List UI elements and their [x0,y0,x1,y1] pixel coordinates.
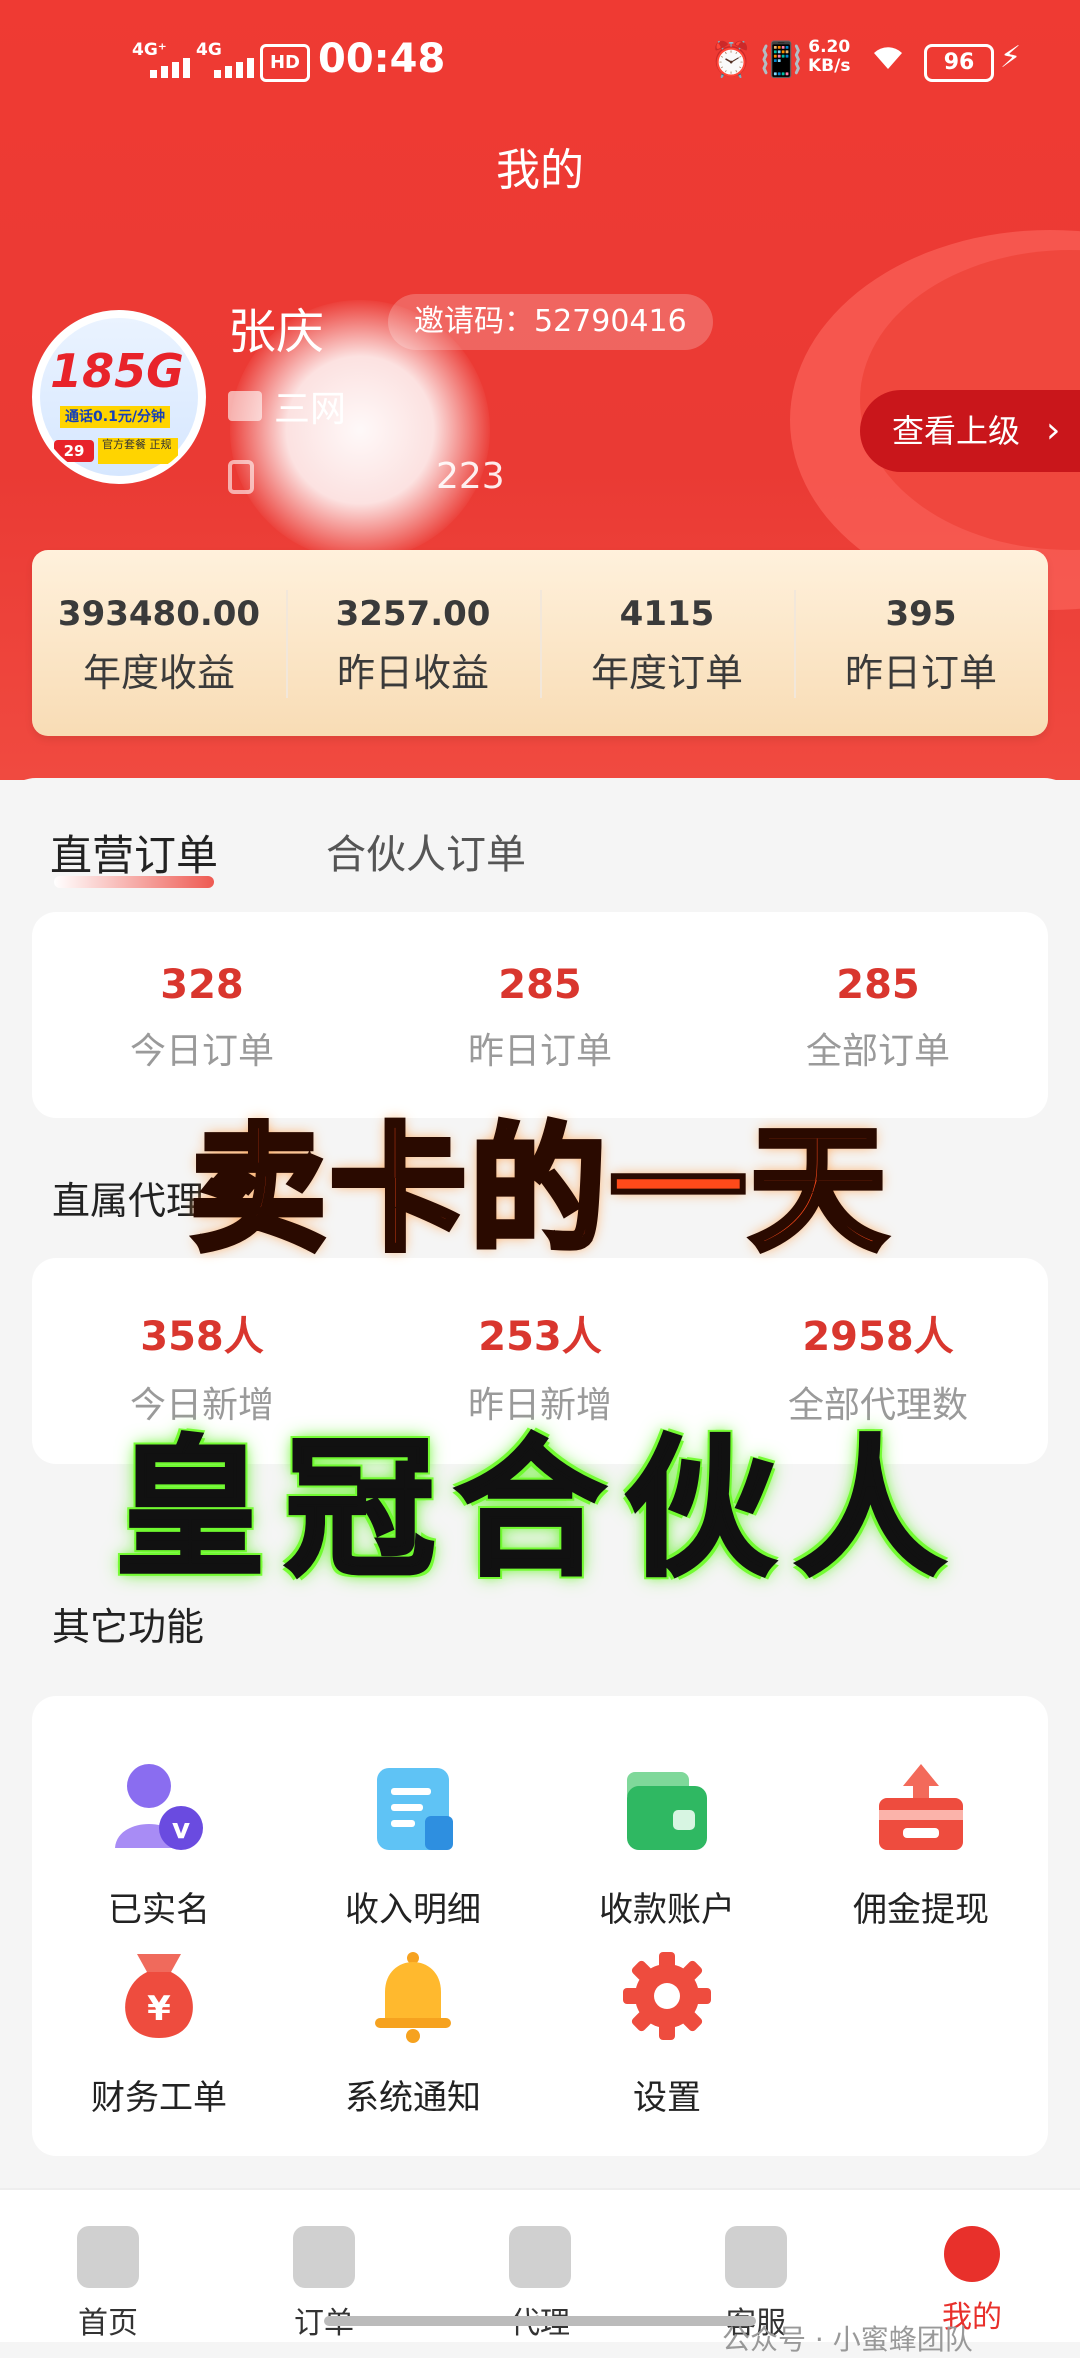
signal-bars-1 [150,58,190,78]
withdraw-box-icon [871,1758,971,1858]
chevron-right-icon: › [1046,410,1061,451]
order-label: 昨日订单 [467,1031,612,1072]
overlay-caption-top: 卖卡的一天 [187,1109,890,1273]
gear-icon [617,1946,717,2046]
order-yesterday[interactable]: 285 昨日订单 [370,962,710,1074]
avatar-tag: 29 [54,440,94,462]
wallet-icon [617,1758,717,1858]
view-superior-label: 查看上级 [892,412,1021,450]
money-bag-icon: ¥ [109,1946,209,2046]
overlay-caption-bottom: 皇冠合伙人 [113,1421,965,1599]
func-finance-ticket[interactable]: ¥ 财务工单 [32,1946,286,2119]
agent-value: 358人 [140,1314,264,1360]
func-verified[interactable]: v 已实名 [32,1758,286,1931]
stat-label: 昨日订单 [844,651,997,695]
chat-icon [725,2226,787,2288]
stat-label: 年度收益 [82,651,235,695]
profile-icon [944,2226,1000,2282]
hd-icon: HD [260,44,310,82]
stat-value: 393480.00 [57,594,261,634]
stat-annual-income[interactable]: 393480.00 年度收益 [32,550,286,736]
order-label: 全部订单 [805,1031,950,1072]
active-tab-indicator [54,876,214,888]
functions-section-title: 其它功能 [52,1605,205,1649]
avatar-small-text: 通话0.1元/分钟 [60,406,170,428]
stat-value: 4115 [619,594,715,634]
tab-label: 首页 [78,2306,138,2341]
func-income-detail[interactable]: 收入明细 [286,1758,540,1931]
func-label: 已实名 [108,1890,210,1930]
agent-icon [509,2226,571,2288]
stat-label: 年度订单 [590,651,743,695]
func-label: 收款账户 [599,1890,735,1930]
agent-value: 253人 [478,1314,602,1360]
avatar-tag2: 官方套餐 正规 [98,438,178,464]
func-settings[interactable]: 设置 [540,1946,794,2119]
order-icon [293,2226,355,2288]
order-value: 328 [160,962,244,1008]
bell-icon [363,1946,463,2046]
func-system-notice[interactable]: 系统通知 [286,1946,540,2119]
page-title: 我的 [496,145,584,196]
vibrate-icon: 📳 [760,40,803,80]
verified-user-icon: v [109,1758,209,1858]
tab-partner-orders[interactable]: 合伙人订单 [326,822,526,880]
tab-home[interactable]: 首页 [48,2226,168,2342]
signal-bars-2 [214,58,254,78]
stat-yesterday-orders[interactable]: 395 昨日订单 [794,550,1048,736]
stat-value: 3257.00 [335,594,491,634]
avatar[interactable]: 185G 通话0.1元/分钟 29 官方套餐 正规 [32,310,206,484]
privacy-blur [230,300,490,560]
order-all[interactable]: 285 全部订单 [708,962,1048,1074]
avatar-big-text: 185G [50,344,184,398]
func-label: 佣金提现 [853,1890,989,1930]
clock: 00:48 [318,36,446,82]
func-payment-account[interactable]: 收款账户 [540,1758,794,1931]
svg-text:v: v [172,1812,190,1845]
network-speed: 6.20 KB/s [808,37,851,76]
document-list-icon [363,1758,463,1858]
charging-icon: ⚡ [1000,40,1022,75]
alarm-icon: ⏰ [710,40,753,80]
summary-stats-card: 393480.00 年度收益 3257.00 昨日收益 4115 年度订单 39… [32,550,1048,736]
func-commission-withdraw[interactable]: 佣金提现 [794,1758,1048,1931]
home-indicator[interactable] [324,2316,756,2326]
signal-label-2: 4G [196,40,222,60]
watermark: 公众号 · 小蜜蜂团队 [722,2323,973,2356]
stat-annual-orders[interactable]: 4115 年度订单 [540,550,794,736]
view-superior-button[interactable]: 查看上级 › [860,390,1080,472]
order-label: 今日订单 [129,1031,274,1072]
signal-label-1: 4G⁺ [132,40,167,60]
agent-value: 2958人 [802,1314,954,1360]
svg-text:¥: ¥ [147,1989,171,2029]
stat-label: 昨日收益 [336,651,489,695]
battery-indicator: 96 [924,44,994,82]
stat-yesterday-income[interactable]: 3257.00 昨日收益 [286,550,540,736]
func-label: 设置 [633,2078,701,2118]
functions-card: v 已实名 收入明细 收款账户 佣金提现 ¥ 财务工单 系统通知 设置 [32,1696,1048,2156]
order-value: 285 [498,962,582,1008]
invite-code: 52790416 [534,304,687,339]
home-icon [77,2226,139,2288]
func-label: 财务工单 [91,2078,227,2118]
tab-direct-orders[interactable]: 直营订单 [50,822,218,883]
order-value: 285 [836,962,920,1008]
order-today[interactable]: 328 今日订单 [32,962,372,1074]
wifi-icon [870,40,906,80]
stat-value: 395 [885,594,957,634]
status-bar: 4G⁺ 4G HD 00:48 ⏰ 📳 6.20 KB/s 96 ⚡ [0,30,1080,90]
func-label: 系统通知 [345,2078,481,2118]
func-label: 收入明细 [345,1890,481,1930]
